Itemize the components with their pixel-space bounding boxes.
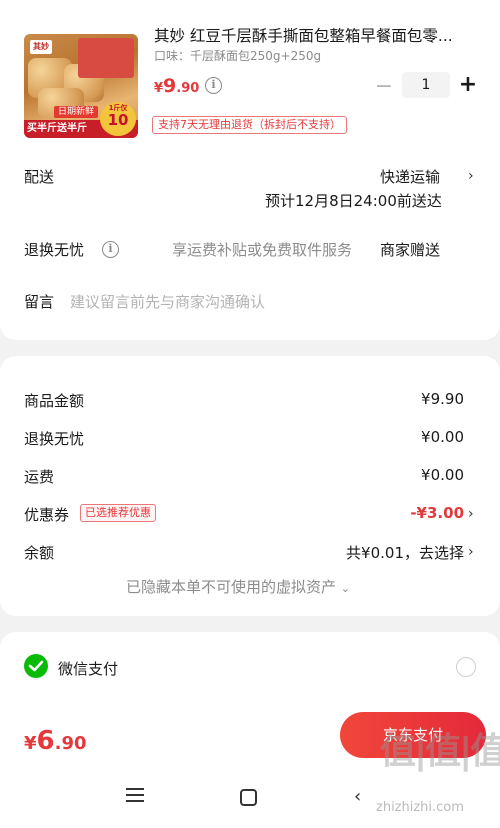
wechat-pay-icon [24,654,48,678]
total-currency: ¥ [24,733,37,754]
delivery-chevron-right-icon[interactable]: › [468,168,474,184]
price-info-icon[interactable]: i [205,77,222,94]
summary-return-label: 退换无忧 [24,430,85,448]
balance-chevron-right-icon[interactable]: › [468,544,474,560]
promo-badge: 1斤仅 10 [100,102,136,136]
summary-goods-label: 商品金额 [24,392,85,410]
message-input[interactable]: 建议留言前先与商家沟通确认 [70,291,265,312]
summary-shipping-value: ¥0.00 [421,466,464,484]
return-service-desc: 享运费补贴或免费取件服务 [172,241,353,259]
watermark-url: zhizhizhi.com [376,800,464,815]
hidden-assets-text: 已隐藏本单不可使用的虚拟资产 [126,578,337,596]
promo-badge-caption: 1斤仅 [108,104,128,112]
hidden-assets-toggle[interactable]: 已隐藏本单不可使用的虚拟资产 ⌄ [126,576,350,597]
menu-icon[interactable] [126,788,144,806]
product-image[interactable]: 其妙 日期新鲜 买半斤送半斤 1斤仅 10 [24,34,138,138]
message-label: 留言 [24,293,55,311]
delivery-method[interactable]: 快递运输 [380,166,440,187]
fresh-label: 日期新鲜 [54,106,99,118]
total-integer: 6 [36,726,55,756]
quantity-increase-button[interactable]: + [458,72,478,97]
product-title[interactable]: 其妙 红豆千层酥手撕面包整箱早餐面包零... [154,24,484,46]
price-currency: ¥ [154,81,164,96]
delivery-label: 配送 [24,168,55,186]
summary-coupon-label: 优惠券 [24,506,70,524]
summary-balance-label: 余额 [24,544,55,562]
quantity-input[interactable]: 1 [402,72,450,98]
return-service-label: 退换无忧 [24,241,85,259]
back-icon[interactable]: ‹ [354,786,361,807]
total-amount: ¥6.90 [24,726,87,756]
delivery-eta: 预计12月8日24:00前送达 [265,192,442,210]
return-service-gift: 商家赠送 [380,241,441,259]
coupon-recommended-tag: 已选推荐优惠 [80,504,156,522]
home-icon[interactable] [240,789,257,806]
product-flavor[interactable]: 口味：千层酥面包250g+250g [154,47,321,64]
summary-balance-value[interactable]: 共¥0.01，去选择 [346,542,464,563]
coupon-chevron-right-icon[interactable]: › [468,506,474,522]
summary-goods-value: ¥9.90 [421,390,464,408]
summary-coupon-value[interactable]: -¥3.00 [410,504,464,522]
return-service-info-icon[interactable]: i [102,241,119,258]
product-price: ¥9.90 [154,75,199,97]
price-decimal: .90 [176,81,200,96]
return-policy-tag: 支持7天无理由退货（拆封后不支持） [152,116,347,134]
summary-return-value: ¥0.00 [421,428,464,446]
promo-badge-number: 10 [107,111,129,129]
total-decimal: .90 [54,733,87,754]
brand-logo: 其妙 [30,40,52,54]
product-box [78,38,134,78]
wechat-pay-radio[interactable] [456,657,476,677]
watermark-logo: 值|值|值 [380,731,500,772]
quantity-decrease-button[interactable]: − [374,74,394,99]
summary-shipping-label: 运费 [24,468,55,486]
price-integer: 9 [163,75,177,97]
wechat-pay-label[interactable]: 微信支付 [58,658,118,679]
chevron-down-icon: ⌄ [340,582,351,595]
